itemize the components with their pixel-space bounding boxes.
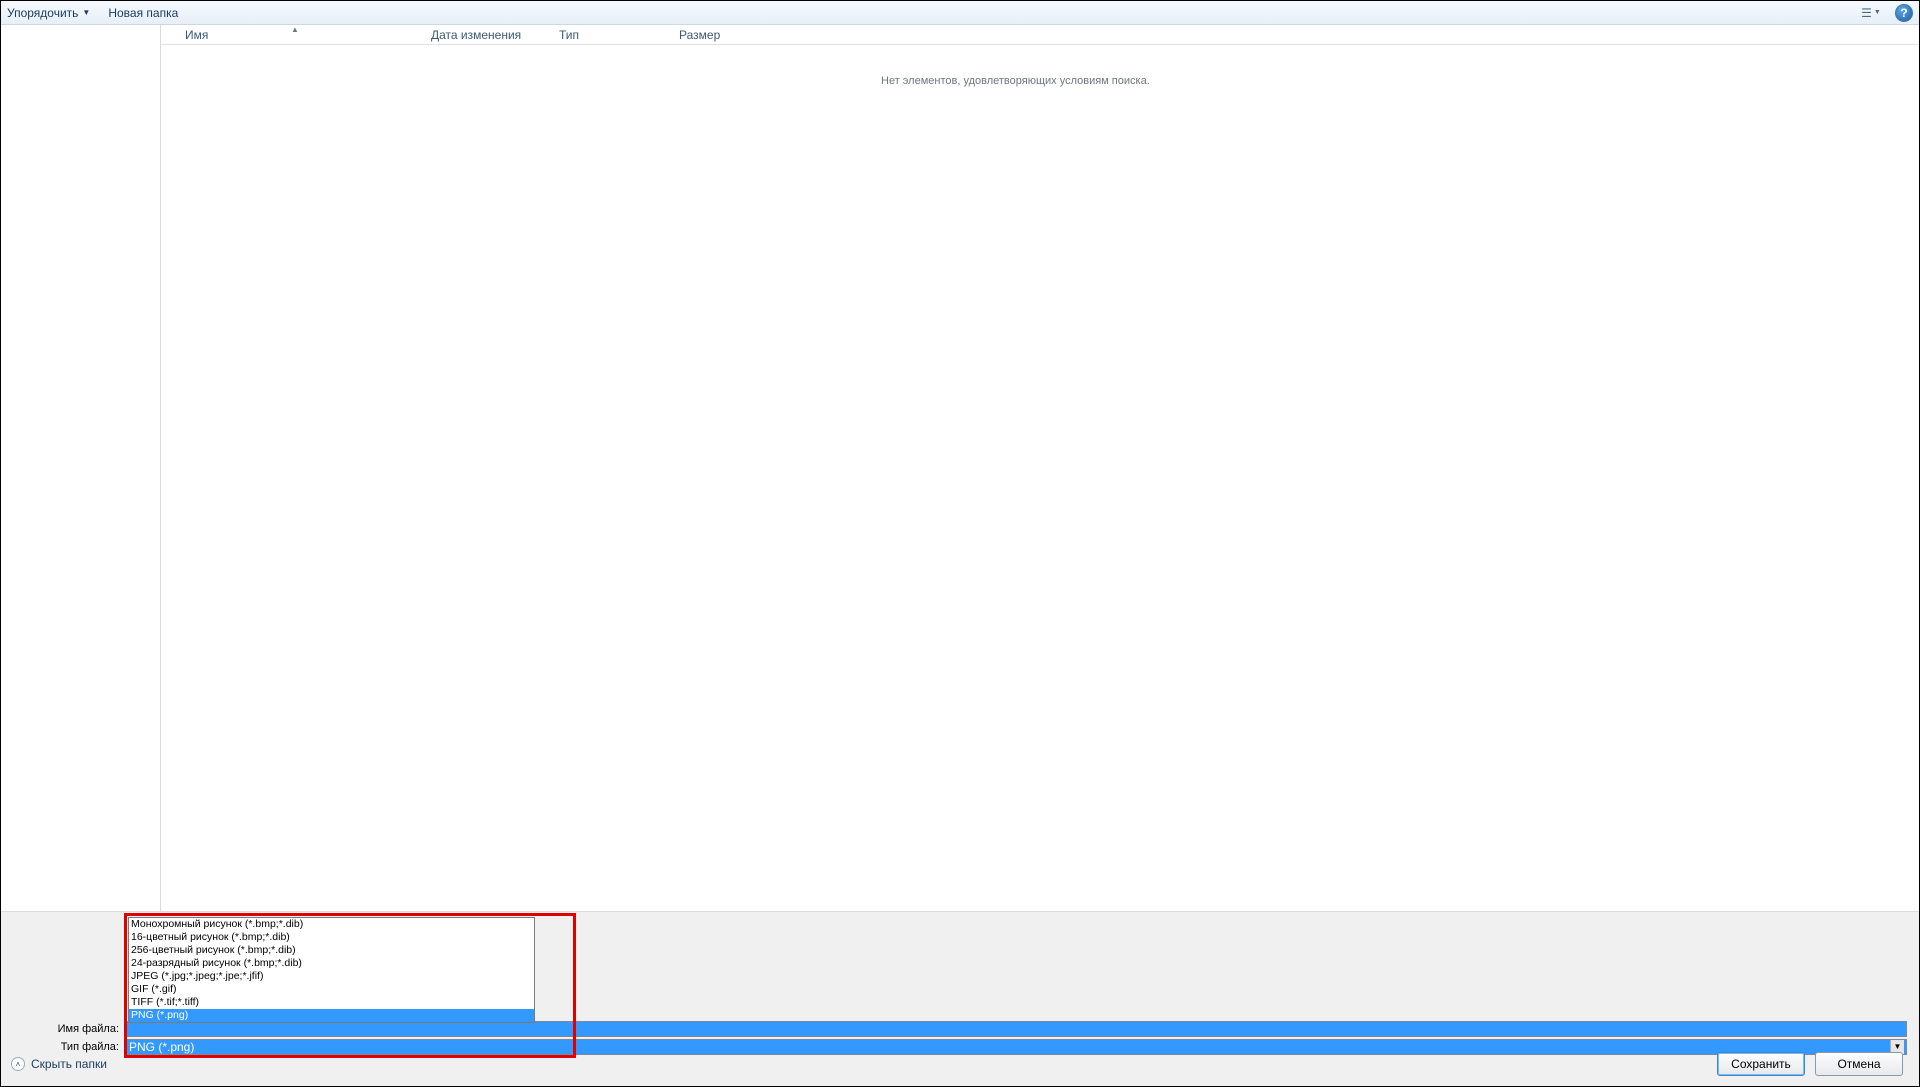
- column-header-name[interactable]: Имя ▲: [161, 28, 421, 42]
- action-row: ˄ Скрыть папки Сохранить Отмена: [1, 1042, 1919, 1086]
- empty-search-message: Нет элементов, удовлетворяющих условиям …: [881, 75, 1150, 87]
- save-button-label: Сохранить: [1731, 1057, 1791, 1071]
- column-header-type[interactable]: Тип: [549, 28, 669, 42]
- column-modified-label: Дата изменения: [431, 28, 521, 42]
- column-type-label: Тип: [559, 28, 579, 42]
- main-area: Имя ▲ Дата изменения Тип Размер Нет элем…: [1, 25, 1919, 912]
- save-dialog: Упорядочить ▼ Новая папка ☰ ▼ ? Имя ▲: [0, 0, 1920, 1087]
- filename-label: Имя файла:: [1, 1023, 125, 1035]
- filetype-dropdown-list[interactable]: Монохромный рисунок (*.bmp;*.dib)16-цвет…: [128, 917, 535, 1023]
- view-options-button[interactable]: ☰ ▼: [1853, 4, 1889, 22]
- filetype-option[interactable]: JPEG (*.jpg;*.jpeg;*.jpe;*.jfif): [129, 970, 534, 983]
- new-folder-button[interactable]: Новая папка: [108, 6, 178, 20]
- help-icon: ?: [1900, 6, 1907, 20]
- filetype-option[interactable]: 16-цветный рисунок (*.bmp;*.dib): [129, 931, 534, 944]
- navigation-pane[interactable]: [1, 25, 161, 911]
- file-list-pane: Имя ▲ Дата изменения Тип Размер Нет элем…: [161, 25, 1919, 911]
- column-headers: Имя ▲ Дата изменения Тип Размер: [161, 25, 1919, 45]
- filetype-option[interactable]: GIF (*.gif): [129, 983, 534, 996]
- save-button[interactable]: Сохранить: [1717, 1052, 1805, 1076]
- filetype-option[interactable]: PNG (*.png): [129, 1009, 534, 1022]
- organize-label: Упорядочить: [7, 6, 78, 20]
- filetype-option[interactable]: 256-цветный рисунок (*.bmp;*.dib): [129, 944, 534, 957]
- bottom-panel: Монохромный рисунок (*.bmp;*.dib)16-цвет…: [1, 912, 1919, 1086]
- caret-down-icon: ▼: [82, 8, 90, 17]
- file-list-body[interactable]: Нет элементов, удовлетворяющих условиям …: [161, 45, 1919, 911]
- filetype-option[interactable]: 24-разрядный рисунок (*.bmp;*.dib): [129, 957, 534, 970]
- cancel-button-label: Отмена: [1837, 1057, 1880, 1071]
- caret-down-icon: ▼: [1874, 9, 1881, 16]
- column-header-size[interactable]: Размер: [669, 28, 769, 42]
- hide-folders-label: Скрыть папки: [31, 1057, 107, 1071]
- toolbar: Упорядочить ▼ Новая папка ☰ ▼ ?: [1, 1, 1919, 25]
- cancel-button[interactable]: Отмена: [1815, 1052, 1903, 1076]
- column-size-label: Размер: [679, 28, 720, 42]
- fields-area: Монохромный рисунок (*.bmp;*.dib)16-цвет…: [1, 912, 1919, 1042]
- column-header-modified[interactable]: Дата изменения: [421, 28, 549, 42]
- column-name-label: Имя: [185, 28, 208, 42]
- sort-ascending-icon: ▲: [291, 25, 299, 34]
- help-button[interactable]: ?: [1895, 4, 1913, 22]
- organize-button[interactable]: Упорядочить ▼: [7, 6, 90, 20]
- list-view-icon: ☰: [1861, 6, 1872, 20]
- filetype-option[interactable]: Монохромный рисунок (*.bmp;*.dib): [129, 918, 534, 931]
- new-folder-label: Новая папка: [108, 6, 178, 20]
- filetype-option[interactable]: TIFF (*.tif;*.tiff): [129, 996, 534, 1009]
- hide-folders-button[interactable]: ˄ Скрыть папки: [11, 1057, 107, 1071]
- chevron-up-icon: ˄: [11, 1057, 25, 1071]
